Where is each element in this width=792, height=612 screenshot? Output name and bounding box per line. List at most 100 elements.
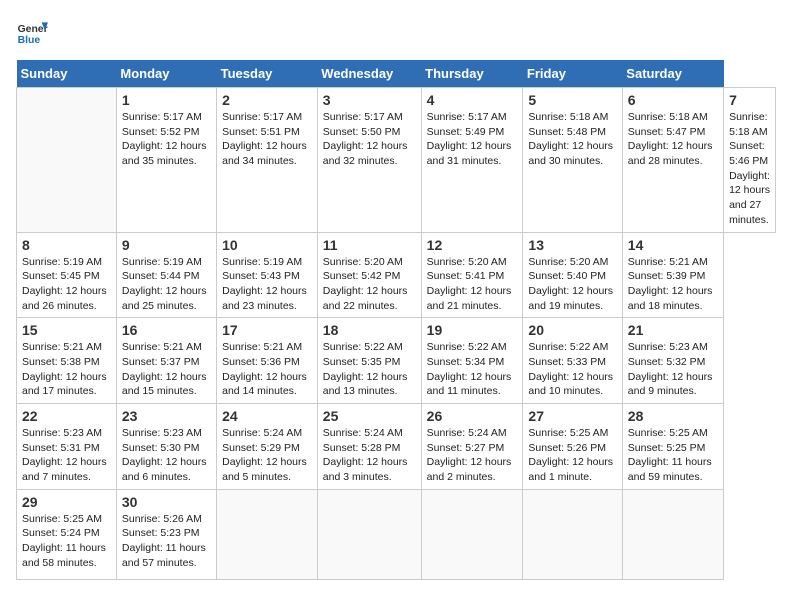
day-number: 28	[628, 408, 718, 424]
day-number: 26	[427, 408, 518, 424]
calendar-cell	[622, 489, 723, 579]
cell-content: Sunrise: 5:24 AMSunset: 5:27 PMDaylight:…	[427, 427, 512, 483]
cell-content: Sunrise: 5:19 AMSunset: 5:45 PMDaylight:…	[22, 256, 107, 312]
cell-content: Sunrise: 5:20 AMSunset: 5:42 PMDaylight:…	[323, 256, 408, 312]
calendar-cell	[421, 489, 523, 579]
cell-content: Sunrise: 5:17 AMSunset: 5:50 PMDaylight:…	[323, 111, 408, 167]
day-number: 4	[427, 92, 518, 108]
cell-content: Sunrise: 5:18 AMSunset: 5:48 PMDaylight:…	[528, 111, 613, 167]
calendar-week-row: 29 Sunrise: 5:25 AMSunset: 5:24 PMDaylig…	[17, 489, 776, 579]
calendar-week-row: 1 Sunrise: 5:17 AMSunset: 5:52 PMDayligh…	[17, 88, 776, 233]
calendar-cell: 21 Sunrise: 5:23 AMSunset: 5:32 PMDaylig…	[622, 318, 723, 404]
day-number: 21	[628, 322, 718, 338]
calendar-cell: 18 Sunrise: 5:22 AMSunset: 5:35 PMDaylig…	[317, 318, 421, 404]
day-number: 8	[22, 237, 111, 253]
calendar-cell: 23 Sunrise: 5:23 AMSunset: 5:30 PMDaylig…	[116, 404, 216, 490]
day-number: 16	[122, 322, 211, 338]
calendar-cell: 14 Sunrise: 5:21 AMSunset: 5:39 PMDaylig…	[622, 232, 723, 318]
day-number: 15	[22, 322, 111, 338]
cell-content: Sunrise: 5:19 AMSunset: 5:44 PMDaylight:…	[122, 256, 207, 312]
cell-content: Sunrise: 5:22 AMSunset: 5:33 PMDaylight:…	[528, 341, 613, 397]
day-number: 18	[323, 322, 416, 338]
calendar-cell: 28 Sunrise: 5:25 AMSunset: 5:25 PMDaylig…	[622, 404, 723, 490]
calendar-cell: 22 Sunrise: 5:23 AMSunset: 5:31 PMDaylig…	[17, 404, 117, 490]
calendar-header-row: SundayMondayTuesdayWednesdayThursdayFrid…	[17, 60, 776, 88]
calendar-cell: 15 Sunrise: 5:21 AMSunset: 5:38 PMDaylig…	[17, 318, 117, 404]
cell-content: Sunrise: 5:20 AMSunset: 5:41 PMDaylight:…	[427, 256, 512, 312]
cell-content: Sunrise: 5:21 AMSunset: 5:39 PMDaylight:…	[628, 256, 713, 312]
cell-content: Sunrise: 5:21 AMSunset: 5:38 PMDaylight:…	[22, 341, 107, 397]
cell-content: Sunrise: 5:24 AMSunset: 5:28 PMDaylight:…	[323, 427, 408, 483]
day-number: 3	[323, 92, 416, 108]
calendar-cell: 1 Sunrise: 5:17 AMSunset: 5:52 PMDayligh…	[116, 88, 216, 233]
calendar-header-tuesday: Tuesday	[217, 60, 318, 88]
cell-content: Sunrise: 5:22 AMSunset: 5:35 PMDaylight:…	[323, 341, 408, 397]
cell-content: Sunrise: 5:22 AMSunset: 5:34 PMDaylight:…	[427, 341, 512, 397]
cell-content: Sunrise: 5:19 AMSunset: 5:43 PMDaylight:…	[222, 256, 307, 312]
day-number: 29	[22, 494, 111, 510]
day-number: 10	[222, 237, 312, 253]
cell-content: Sunrise: 5:18 AMSunset: 5:47 PMDaylight:…	[628, 111, 713, 167]
day-number: 23	[122, 408, 211, 424]
calendar-cell: 11 Sunrise: 5:20 AMSunset: 5:42 PMDaylig…	[317, 232, 421, 318]
day-number: 9	[122, 237, 211, 253]
cell-content: Sunrise: 5:17 AMSunset: 5:52 PMDaylight:…	[122, 111, 207, 167]
calendar-cell: 24 Sunrise: 5:24 AMSunset: 5:29 PMDaylig…	[217, 404, 318, 490]
calendar-cell	[17, 88, 117, 233]
day-number: 2	[222, 92, 312, 108]
logo: General Blue	[16, 16, 48, 48]
cell-content: Sunrise: 5:25 AMSunset: 5:25 PMDaylight:…	[628, 427, 712, 483]
calendar-header-saturday: Saturday	[622, 60, 723, 88]
cell-content: Sunrise: 5:25 AMSunset: 5:24 PMDaylight:…	[22, 513, 106, 569]
calendar-cell: 20 Sunrise: 5:22 AMSunset: 5:33 PMDaylig…	[523, 318, 622, 404]
day-number: 20	[528, 322, 616, 338]
header: General Blue	[16, 16, 776, 48]
cell-content: Sunrise: 5:24 AMSunset: 5:29 PMDaylight:…	[222, 427, 307, 483]
calendar-header-monday: Monday	[116, 60, 216, 88]
calendar-cell: 4 Sunrise: 5:17 AMSunset: 5:49 PMDayligh…	[421, 88, 523, 233]
day-number: 5	[528, 92, 616, 108]
calendar-cell: 10 Sunrise: 5:19 AMSunset: 5:43 PMDaylig…	[217, 232, 318, 318]
day-number: 22	[22, 408, 111, 424]
day-number: 1	[122, 92, 211, 108]
day-number: 25	[323, 408, 416, 424]
cell-content: Sunrise: 5:21 AMSunset: 5:37 PMDaylight:…	[122, 341, 207, 397]
calendar-cell: 3 Sunrise: 5:17 AMSunset: 5:50 PMDayligh…	[317, 88, 421, 233]
calendar-cell: 2 Sunrise: 5:17 AMSunset: 5:51 PMDayligh…	[217, 88, 318, 233]
day-number: 14	[628, 237, 718, 253]
logo-icon: General Blue	[16, 16, 48, 48]
calendar-cell	[523, 489, 622, 579]
calendar-cell: 13 Sunrise: 5:20 AMSunset: 5:40 PMDaylig…	[523, 232, 622, 318]
cell-content: Sunrise: 5:17 AMSunset: 5:51 PMDaylight:…	[222, 111, 307, 167]
calendar-cell: 7 Sunrise: 5:18 AMSunset: 5:46 PMDayligh…	[724, 88, 776, 233]
cell-content: Sunrise: 5:25 AMSunset: 5:26 PMDaylight:…	[528, 427, 613, 483]
day-number: 6	[628, 92, 718, 108]
day-number: 12	[427, 237, 518, 253]
calendar-cell	[217, 489, 318, 579]
cell-content: Sunrise: 5:18 AMSunset: 5:46 PMDaylight:…	[729, 111, 770, 226]
day-number: 17	[222, 322, 312, 338]
day-number: 7	[729, 92, 770, 108]
calendar-cell: 12 Sunrise: 5:20 AMSunset: 5:41 PMDaylig…	[421, 232, 523, 318]
calendar-cell: 9 Sunrise: 5:19 AMSunset: 5:44 PMDayligh…	[116, 232, 216, 318]
calendar-week-row: 8 Sunrise: 5:19 AMSunset: 5:45 PMDayligh…	[17, 232, 776, 318]
cell-content: Sunrise: 5:23 AMSunset: 5:31 PMDaylight:…	[22, 427, 107, 483]
calendar-week-row: 15 Sunrise: 5:21 AMSunset: 5:38 PMDaylig…	[17, 318, 776, 404]
calendar-cell	[317, 489, 421, 579]
calendar-cell: 19 Sunrise: 5:22 AMSunset: 5:34 PMDaylig…	[421, 318, 523, 404]
svg-text:Blue: Blue	[18, 35, 41, 46]
cell-content: Sunrise: 5:17 AMSunset: 5:49 PMDaylight:…	[427, 111, 512, 167]
calendar-cell: 26 Sunrise: 5:24 AMSunset: 5:27 PMDaylig…	[421, 404, 523, 490]
calendar-cell: 25 Sunrise: 5:24 AMSunset: 5:28 PMDaylig…	[317, 404, 421, 490]
calendar-cell: 17 Sunrise: 5:21 AMSunset: 5:36 PMDaylig…	[217, 318, 318, 404]
calendar-header-friday: Friday	[523, 60, 622, 88]
day-number: 24	[222, 408, 312, 424]
calendar-table: SundayMondayTuesdayWednesdayThursdayFrid…	[16, 60, 776, 580]
day-number: 30	[122, 494, 211, 510]
cell-content: Sunrise: 5:20 AMSunset: 5:40 PMDaylight:…	[528, 256, 613, 312]
day-number: 27	[528, 408, 616, 424]
calendar-header-sunday: Sunday	[17, 60, 117, 88]
calendar-header-thursday: Thursday	[421, 60, 523, 88]
calendar-cell: 16 Sunrise: 5:21 AMSunset: 5:37 PMDaylig…	[116, 318, 216, 404]
calendar-cell: 8 Sunrise: 5:19 AMSunset: 5:45 PMDayligh…	[17, 232, 117, 318]
